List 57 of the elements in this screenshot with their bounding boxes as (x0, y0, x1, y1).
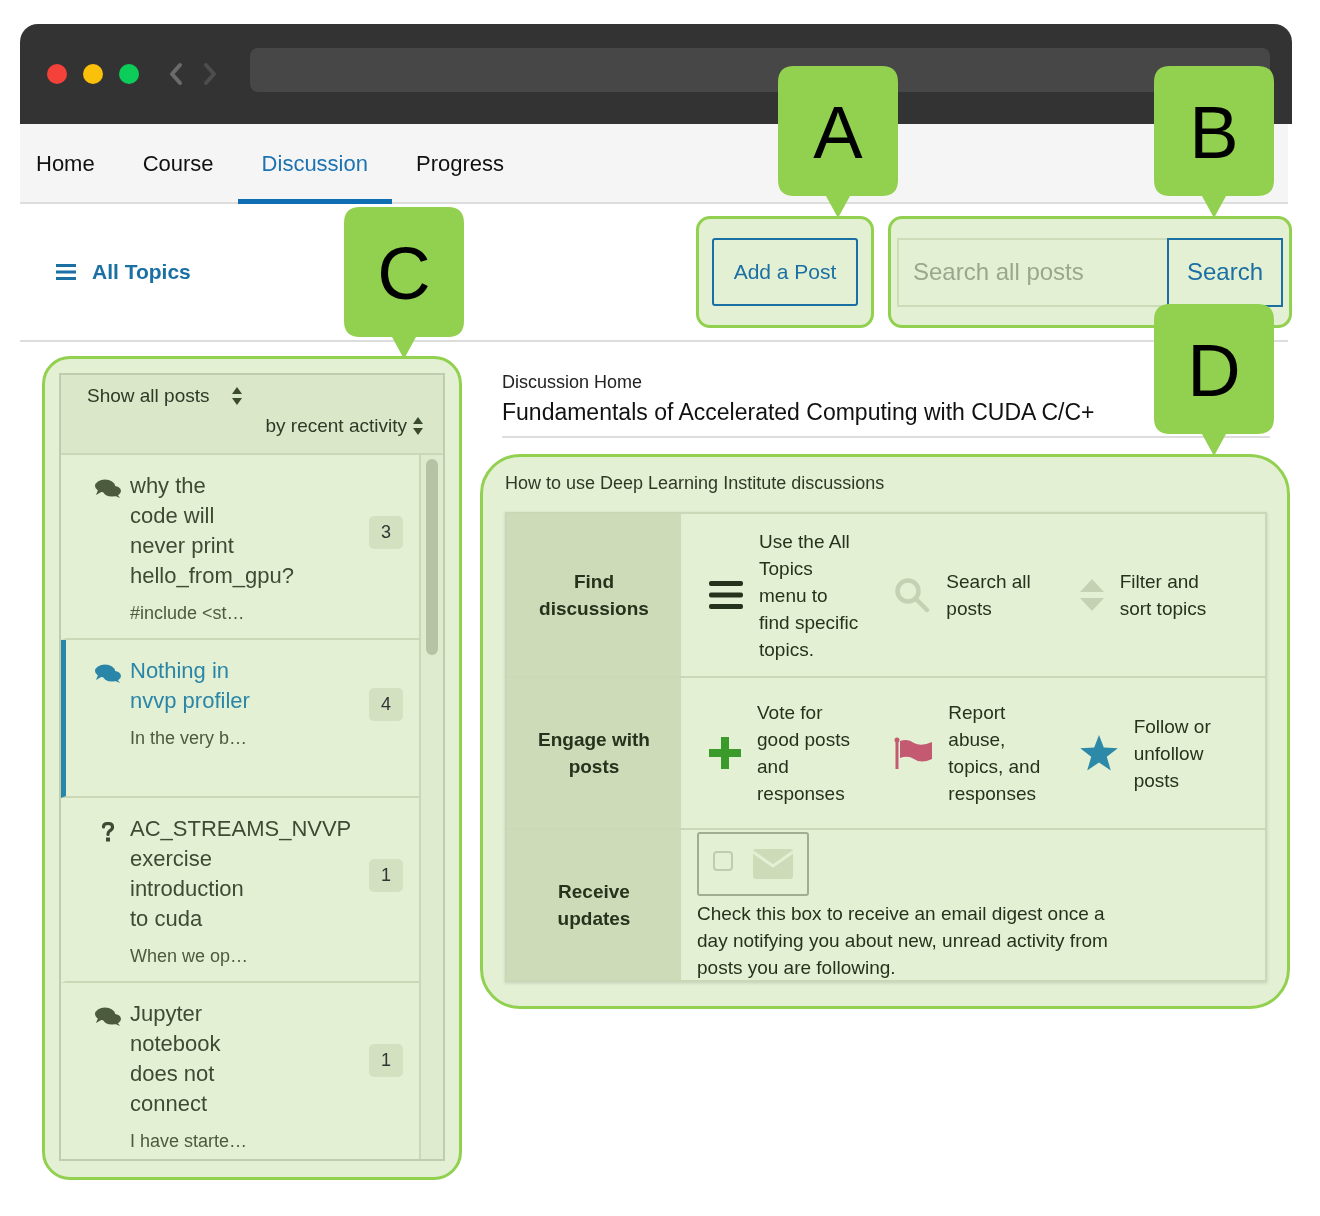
forward-icon[interactable] (202, 62, 218, 86)
tip-text: Filter and sort topics (1119, 570, 1208, 621)
question-icon (101, 822, 115, 842)
comment-count: 4 (369, 687, 404, 721)
thread-preview: When we op… (130, 946, 250, 967)
sort-icon (1079, 579, 1104, 611)
all-topics-button[interactable]: All Topics (56, 256, 191, 288)
nav-tab[interactable]: Home (20, 124, 119, 204)
sort-caret-icon (231, 387, 242, 405)
section-heading: Receive updates (507, 830, 681, 980)
star-icon (1079, 735, 1118, 771)
sort-dropdown[interactable]: by recent activity (265, 413, 423, 439)
breadcrumb: Discussion Home (502, 372, 644, 393)
back-icon[interactable] (168, 62, 184, 86)
nav-tab[interactable]: Course (118, 124, 238, 204)
tip-text: Use the All Topics menu to find specific topics. (759, 529, 859, 662)
callout-label: B (1154, 66, 1274, 218)
subscribe-text: Check this box to receive an email digest once a day notifying you about new, unread activity from posts you are following. (697, 902, 1109, 980)
thread-preview: In the very b… (130, 728, 249, 749)
thread-title: AC_STREAMS_NVVP exercise introduction to cuda (130, 816, 351, 931)
email-toggle[interactable] (697, 832, 809, 896)
search-button[interactable]: Search (1167, 237, 1283, 307)
nav-tab[interactable]: Progress (392, 124, 529, 204)
add-post-button[interactable]: Add a Post (712, 238, 858, 306)
chat-bubbles-icon (95, 479, 121, 499)
nav-tab[interactable]: Discussion (237, 124, 392, 204)
tip-text: Search all posts (946, 570, 1032, 621)
thread-title: Nothing in nvvp profiler (130, 658, 250, 713)
filter-dropdown[interactable]: Show all posts (87, 383, 242, 409)
tip-text: Report abuse, topics, and responses (948, 701, 1042, 806)
thread-preview: #include <st… (130, 603, 246, 624)
sort-caret-icon (413, 417, 423, 435)
search-field[interactable]: Search all posts (897, 237, 1167, 307)
section-heading: Engage with posts (507, 678, 681, 828)
section-heading: Find discussions (507, 514, 681, 676)
plus-icon (709, 737, 741, 769)
scrollbar[interactable] (419, 455, 443, 1159)
menu-icon (56, 264, 76, 280)
chat-bubbles-icon (95, 664, 121, 684)
comment-count: 1 (369, 859, 404, 892)
tip-text: Vote for good posts and responses (757, 701, 851, 806)
envelope-icon (753, 849, 793, 879)
flag-icon (894, 737, 933, 769)
chat-bubbles-icon (95, 1007, 121, 1027)
callout-label: A (778, 66, 898, 218)
comment-count: 3 (369, 516, 404, 549)
thread-preview: I have starte… (130, 1131, 249, 1152)
tip-text: Follow or unfollow posts (1133, 714, 1212, 793)
callout-label: D (1154, 304, 1274, 456)
thread-title: why the code will never print hello_from_gpu? (130, 473, 294, 588)
checkbox[interactable] (713, 851, 733, 871)
callout-label: C (344, 207, 464, 359)
menu-icon (709, 581, 743, 609)
search-icon (894, 577, 931, 613)
guide-title: How to use Deep Learning Institute discussions (505, 473, 886, 494)
thread-title: Jupyter notebook does not connect (130, 1001, 221, 1116)
comment-count: 1 (369, 1044, 404, 1077)
